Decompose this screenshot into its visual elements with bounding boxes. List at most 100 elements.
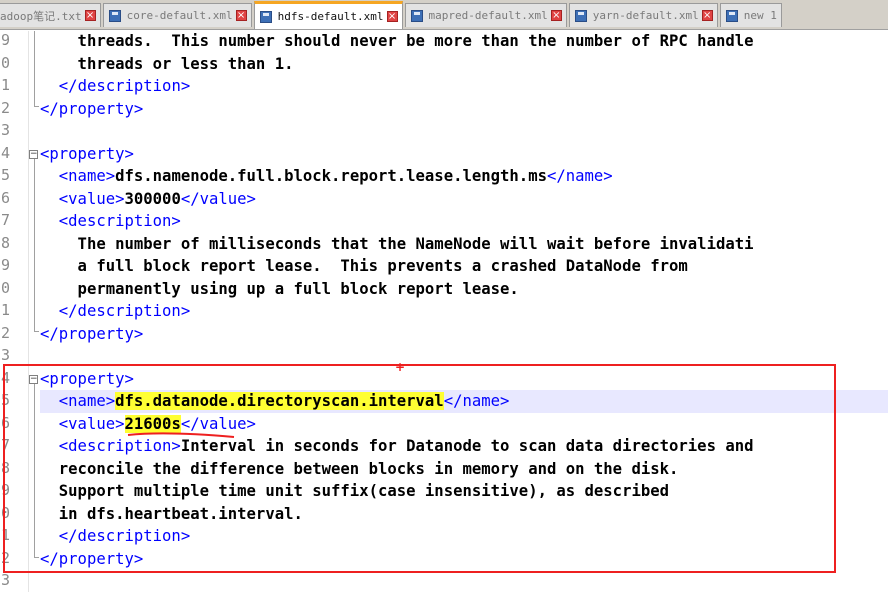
code-line: <property> <box>40 368 888 391</box>
close-icon[interactable]: × <box>701 10 713 21</box>
code-line: <property> <box>40 143 888 166</box>
tab-yarn-default[interactable]: yarn-default.xml × <box>568 3 718 27</box>
tab-label: yarn-default.xml <box>592 9 699 22</box>
tab-label: adoop笔记.txt <box>0 9 82 23</box>
code-line: <description>Interval in seconds for Dat… <box>40 435 888 458</box>
tag-text: <property> <box>40 369 134 388</box>
code-line: a full block report lease. This prevents… <box>40 255 888 278</box>
tab-bar: adoop笔记.txt × core-default.xml × hdfs-de… <box>0 0 888 30</box>
fold-guide <box>34 159 35 331</box>
tag-text: <name> <box>40 167 116 185</box>
code-text: reconcile the difference between blocks … <box>40 459 679 478</box>
code-line: in dfs.heartbeat.interval. <box>40 503 888 526</box>
code-text: threads. This number should never be mor… <box>40 32 754 50</box>
code-line: <name>dfs.namenode.full.block.report.lea… <box>40 165 888 188</box>
tag-text: <name> <box>40 392 116 410</box>
code-line: permanently using up a full block report… <box>40 278 888 301</box>
line-number: 8 <box>0 458 10 477</box>
line-number-gutter: 9 0 1 2 3 4 5 6 7 8 9 0 1 2 3 4 5 6 7 8 … <box>0 31 29 592</box>
code-text: Interval in seconds for Datanode to scan… <box>180 437 754 455</box>
line-number: 9 <box>0 31 10 49</box>
tab-hadoop-notes[interactable]: adoop笔记.txt × <box>0 3 101 27</box>
line-number: 9 <box>0 481 10 499</box>
line-number: 7 <box>0 211 10 229</box>
property-value: 300000 <box>124 189 181 208</box>
tab-label: mapred-default.xml <box>428 9 548 22</box>
tag-text: </description> <box>40 302 191 320</box>
code-text: a full block report lease. This prevents… <box>40 257 688 275</box>
property-name-highlighted: dfs.datanode.directoryscan.interval <box>115 392 444 410</box>
code-text: Support multiple time unit suffix(case i… <box>40 482 670 500</box>
line-number: 4 <box>0 368 10 387</box>
line-number: 9 <box>0 256 10 274</box>
tag-text: <value> <box>40 189 125 208</box>
tag-text: </property> <box>40 549 144 568</box>
fold-guide <box>34 384 35 557</box>
line-number: 1 <box>0 76 10 94</box>
tab-new-1[interactable]: new 1 <box>719 3 782 27</box>
line-number: 3 <box>0 121 10 139</box>
tag-text: </value> <box>180 189 256 208</box>
current-code-line: <name>dfs.datanode.directoryscan.interva… <box>40 390 888 413</box>
tag-text: description <box>77 77 181 95</box>
line-number: 5 <box>0 166 10 184</box>
line-number: 2 <box>0 548 10 567</box>
tag-text: <description> <box>40 437 181 455</box>
code-line: </description> <box>40 300 888 323</box>
code-line: reconcile the difference between blocks … <box>40 458 888 481</box>
line-number: 1 <box>0 301 10 319</box>
fold-icon[interactable]: − <box>29 375 38 384</box>
tab-label: new 1 <box>743 9 777 22</box>
line-number: 0 <box>0 53 10 72</box>
code-line: </description> <box>40 75 888 98</box>
tab-hdfs-default[interactable]: hdfs-default.xml × <box>253 1 403 29</box>
code-line: <value>300000</value> <box>40 188 888 211</box>
code-line: <value>21600s</value> <box>40 413 888 436</box>
code-text: permanently using up a full block report… <box>40 279 519 298</box>
code-line: </property> <box>40 548 888 571</box>
line-number: 3 <box>0 346 10 364</box>
fold-icon[interactable]: − <box>29 150 38 159</box>
tag-text: </name> <box>443 392 510 410</box>
code-line: <description> <box>40 210 888 233</box>
code-text: The number of milliseconds that the Name… <box>40 234 754 253</box>
code-line: The number of milliseconds that the Name… <box>40 233 888 256</box>
line-number: 4 <box>0 143 10 162</box>
line-number: 7 <box>0 436 10 454</box>
tab-mapred-default[interactable]: mapred-default.xml × <box>404 3 567 27</box>
code-text: threads or less than 1. <box>40 54 294 73</box>
tag-text: </property> <box>40 99 144 118</box>
tab-label: hdfs-default.xml <box>277 10 384 23</box>
line-number: 1 <box>0 526 10 544</box>
code-line: </property> <box>40 323 888 346</box>
code-line: threads. This number should never be mor… <box>40 30 888 53</box>
fold-end <box>34 331 39 332</box>
line-number: 5 <box>0 391 10 409</box>
code-line: </property> <box>40 98 888 121</box>
line-number: 6 <box>0 413 10 432</box>
line-number: 3 <box>0 571 10 589</box>
close-icon[interactable]: × <box>386 11 398 22</box>
code-line: Support multiple time unit suffix(case i… <box>40 480 888 503</box>
line-number: 2 <box>0 98 10 117</box>
annotation-cross-icon: + <box>395 360 406 374</box>
code-editor[interactable]: 9 0 1 2 3 4 5 6 7 8 9 0 1 2 3 4 5 6 7 8 … <box>0 31 888 592</box>
close-icon[interactable]: × <box>550 10 562 21</box>
tag-text: </ <box>40 77 78 95</box>
close-icon[interactable]: × <box>84 10 96 21</box>
code-line: </description> <box>40 525 888 548</box>
tab-core-default[interactable]: core-default.xml × <box>102 3 252 27</box>
property-value-highlighted: 21600s <box>124 414 181 433</box>
fold-guide <box>34 31 35 106</box>
code-line: threads or less than 1. <box>40 53 888 76</box>
tag-text: <property> <box>40 144 134 163</box>
file-icon <box>108 9 121 22</box>
fold-end <box>34 106 39 107</box>
file-icon <box>725 9 738 22</box>
file-icon <box>410 9 423 22</box>
close-icon[interactable]: × <box>235 10 247 21</box>
tag-text: <description> <box>40 212 181 230</box>
tag-text: <value> <box>40 414 125 433</box>
line-number: 6 <box>0 188 10 207</box>
tag-text: </value> <box>180 414 256 433</box>
